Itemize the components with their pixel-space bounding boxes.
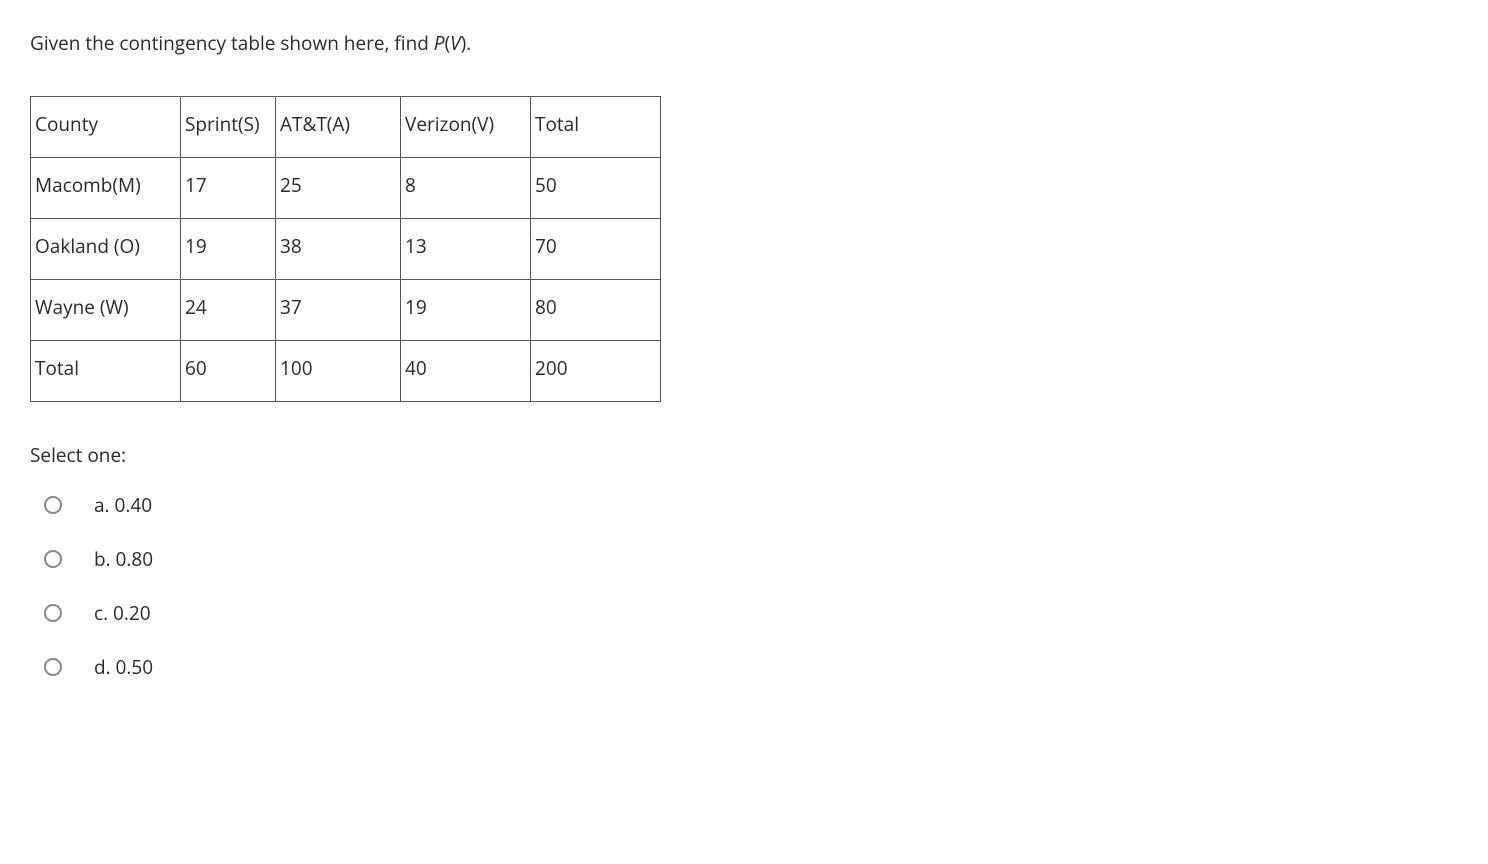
cell-verizon: 40 xyxy=(401,341,531,402)
cell-verizon: 19 xyxy=(401,280,531,341)
header-sprint: Sprint(S) xyxy=(181,97,276,158)
cell-sprint: 19 xyxy=(181,219,276,280)
cell-sprint: 60 xyxy=(181,341,276,402)
option-a[interactable]: a. 0.40 xyxy=(44,492,1458,518)
cell-county: Total xyxy=(31,341,181,402)
cell-verizon: 8 xyxy=(401,158,531,219)
cell-county: Oakland (O) xyxy=(31,219,181,280)
cell-sprint: 24 xyxy=(181,280,276,341)
option-b[interactable]: b. 0.80 xyxy=(44,546,1458,572)
cell-att: 38 xyxy=(276,219,401,280)
radio-icon[interactable] xyxy=(44,658,62,676)
option-label: c. 0.20 xyxy=(94,600,151,626)
cell-total: 200 xyxy=(531,341,661,402)
table-row: Wayne (W) 24 37 19 80 xyxy=(31,280,661,341)
header-att: AT&T(A) xyxy=(276,97,401,158)
option-c[interactable]: c. 0.20 xyxy=(44,600,1458,626)
header-total: Total xyxy=(531,97,661,158)
cell-att: 25 xyxy=(276,158,401,219)
table-row: Total 60 100 40 200 xyxy=(31,341,661,402)
radio-icon[interactable] xyxy=(44,550,62,568)
cell-att: 100 xyxy=(276,341,401,402)
table-row: Oakland (O) 19 38 13 70 xyxy=(31,219,661,280)
option-label: b. 0.80 xyxy=(94,546,153,572)
radio-icon[interactable] xyxy=(44,604,62,622)
option-label: a. 0.40 xyxy=(94,492,152,518)
cell-county: Wayne (W) xyxy=(31,280,181,341)
contingency-table: County Sprint(S) AT&T(A) Verizon(V) Tota… xyxy=(30,96,661,402)
radio-icon[interactable] xyxy=(44,496,62,514)
question-formula-v: V xyxy=(450,30,460,56)
header-county: County xyxy=(31,97,181,158)
select-one-label: Select one: xyxy=(30,442,1458,468)
question-text: Given the contingency table shown here, … xyxy=(30,30,1458,56)
cell-total: 50 xyxy=(531,158,661,219)
cell-att: 37 xyxy=(276,280,401,341)
option-d[interactable]: d. 0.50 xyxy=(44,654,1458,680)
cell-total: 70 xyxy=(531,219,661,280)
options-list: a. 0.40 b. 0.80 c. 0.20 d. 0.50 xyxy=(30,492,1458,680)
table-row: Macomb(M) 17 25 8 50 xyxy=(31,158,661,219)
header-verizon: Verizon(V) xyxy=(401,97,531,158)
cell-county: Macomb(M) xyxy=(31,158,181,219)
table-header-row: County Sprint(S) AT&T(A) Verizon(V) Tota… xyxy=(31,97,661,158)
cell-verizon: 13 xyxy=(401,219,531,280)
option-label: d. 0.50 xyxy=(94,654,153,680)
cell-total: 80 xyxy=(531,280,661,341)
question-formula-p: P xyxy=(434,30,445,56)
cell-sprint: 17 xyxy=(181,158,276,219)
question-paren-close: ). xyxy=(461,30,472,56)
question-prefix: Given the contingency table shown here, … xyxy=(30,30,434,56)
